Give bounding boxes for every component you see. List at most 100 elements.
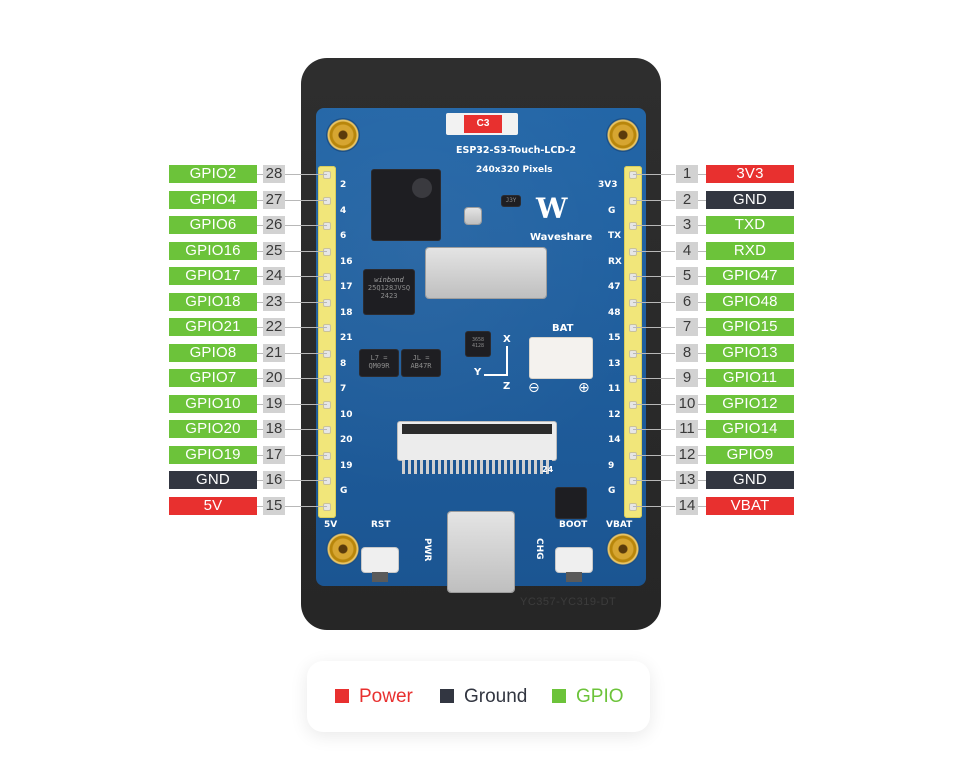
pin-number: 10: [676, 395, 698, 413]
leader-line: [285, 506, 327, 507]
header-pin: [324, 376, 330, 382]
pin-number: 13: [676, 471, 698, 489]
pin-number: 9: [676, 369, 698, 387]
leader-line: [698, 353, 706, 354]
leader-line: [285, 404, 327, 405]
silk-label: G: [340, 486, 348, 496]
silk-label: 3V3: [598, 180, 618, 190]
leader-line: [633, 353, 675, 354]
leader-line: [633, 480, 675, 481]
header-pin: [630, 198, 636, 204]
silk-label: RX: [608, 257, 622, 267]
silk-label: 21: [340, 333, 353, 343]
header-pin: [324, 198, 330, 204]
header-pin: [324, 427, 330, 433]
rst-button[interactable]: [362, 548, 398, 582]
leader-line: [698, 429, 706, 430]
silk-label: 47: [608, 282, 621, 292]
leader-line: [285, 480, 327, 481]
leader-line: [285, 276, 327, 277]
fpc-pin-count: 24: [542, 465, 554, 474]
usb-c-port[interactable]: [448, 512, 514, 592]
silk-label: 5V: [324, 520, 338, 530]
header-pin: [630, 376, 636, 382]
regulator-right: JL = AB47R: [402, 350, 440, 376]
silk-label: 9: [608, 461, 615, 471]
silk-label: 6: [340, 231, 347, 241]
pin-number: 1: [676, 165, 698, 183]
pwr-led-label: PWR: [422, 538, 432, 562]
header-pin: [324, 402, 330, 408]
boot-button[interactable]: [556, 548, 592, 582]
pin-label: GPIO4: [169, 191, 257, 209]
silk-label: 48: [608, 308, 621, 318]
pin-label: GPIO6: [169, 216, 257, 234]
pin-number: 27: [263, 191, 285, 209]
pin-number: 25: [263, 242, 285, 260]
header-pin: [324, 300, 330, 306]
leader-line: [698, 455, 706, 456]
left-pin-header: [318, 166, 336, 518]
leader-line: [285, 225, 327, 226]
header-pin: [324, 478, 330, 484]
pin-number: 26: [263, 216, 285, 234]
leader-line: [285, 327, 327, 328]
espressif-logo-icon: [412, 178, 432, 198]
waveshare-logo-icon: W: [536, 192, 568, 225]
antenna-label: C3: [464, 115, 502, 133]
right-pin-header: [624, 166, 642, 518]
silk-label: 18: [340, 308, 353, 318]
pin-label: GPIO47: [706, 267, 794, 285]
pin-number: 28: [263, 165, 285, 183]
battery-connector[interactable]: [530, 338, 592, 378]
silk-label: 16: [340, 257, 353, 267]
legend-label: GPIO: [576, 686, 624, 707]
leader-line: [633, 302, 675, 303]
header-pin: [324, 249, 330, 255]
pin-label: GPIO8: [169, 344, 257, 362]
leader-line: [698, 200, 706, 201]
pin-label: GPIO48: [706, 293, 794, 311]
pin-number: 4: [676, 242, 698, 260]
pin-number: 23: [263, 293, 285, 311]
fpc-pins: [402, 460, 552, 474]
axis-y-arrow: [484, 374, 508, 376]
pin-number: 7: [676, 318, 698, 336]
pin-label: GND: [706, 191, 794, 209]
pin-label: GPIO17: [169, 267, 257, 285]
pin-label: GPIO13: [706, 344, 794, 362]
pin-number: 3: [676, 216, 698, 234]
leader-line: [633, 429, 675, 430]
leader-line: [698, 378, 706, 379]
leader-line: [285, 429, 327, 430]
legend-item-gpio: GPIO: [552, 685, 624, 709]
pin-number: 22: [263, 318, 285, 336]
pin-number: 21: [263, 344, 285, 362]
pin-number: 14: [676, 497, 698, 515]
regulator-left: L7 = QM09R: [360, 350, 398, 376]
leader-line: [698, 276, 706, 277]
leader-line: [633, 327, 675, 328]
silk-label: G: [608, 206, 616, 216]
silk-label: TX: [608, 231, 622, 241]
silk-label: 17: [340, 282, 353, 292]
pcb-board: C3 ESP32-S3-Touch-LCD-2 240x320 Pixels J…: [316, 108, 646, 592]
board-name: ESP32-S3-Touch-LCD-2: [456, 145, 576, 156]
header-pin: [324, 351, 330, 357]
pin-label: GPIO16: [169, 242, 257, 260]
leader-line: [285, 302, 327, 303]
leader-line: [633, 404, 675, 405]
pin-label: 3V3: [706, 165, 794, 183]
leader-line: [698, 174, 706, 175]
leader-line: [285, 455, 327, 456]
pin-label: RXD: [706, 242, 794, 260]
power-swatch: [335, 689, 349, 703]
leader-line: [633, 506, 675, 507]
pin-label: GPIO20: [169, 420, 257, 438]
pin-label: GPIO7: [169, 369, 257, 387]
pin-label: GPIO21: [169, 318, 257, 336]
header-pin: [630, 402, 636, 408]
header-pin: [324, 504, 330, 510]
leader-line: [285, 378, 327, 379]
leader-line: [633, 455, 675, 456]
